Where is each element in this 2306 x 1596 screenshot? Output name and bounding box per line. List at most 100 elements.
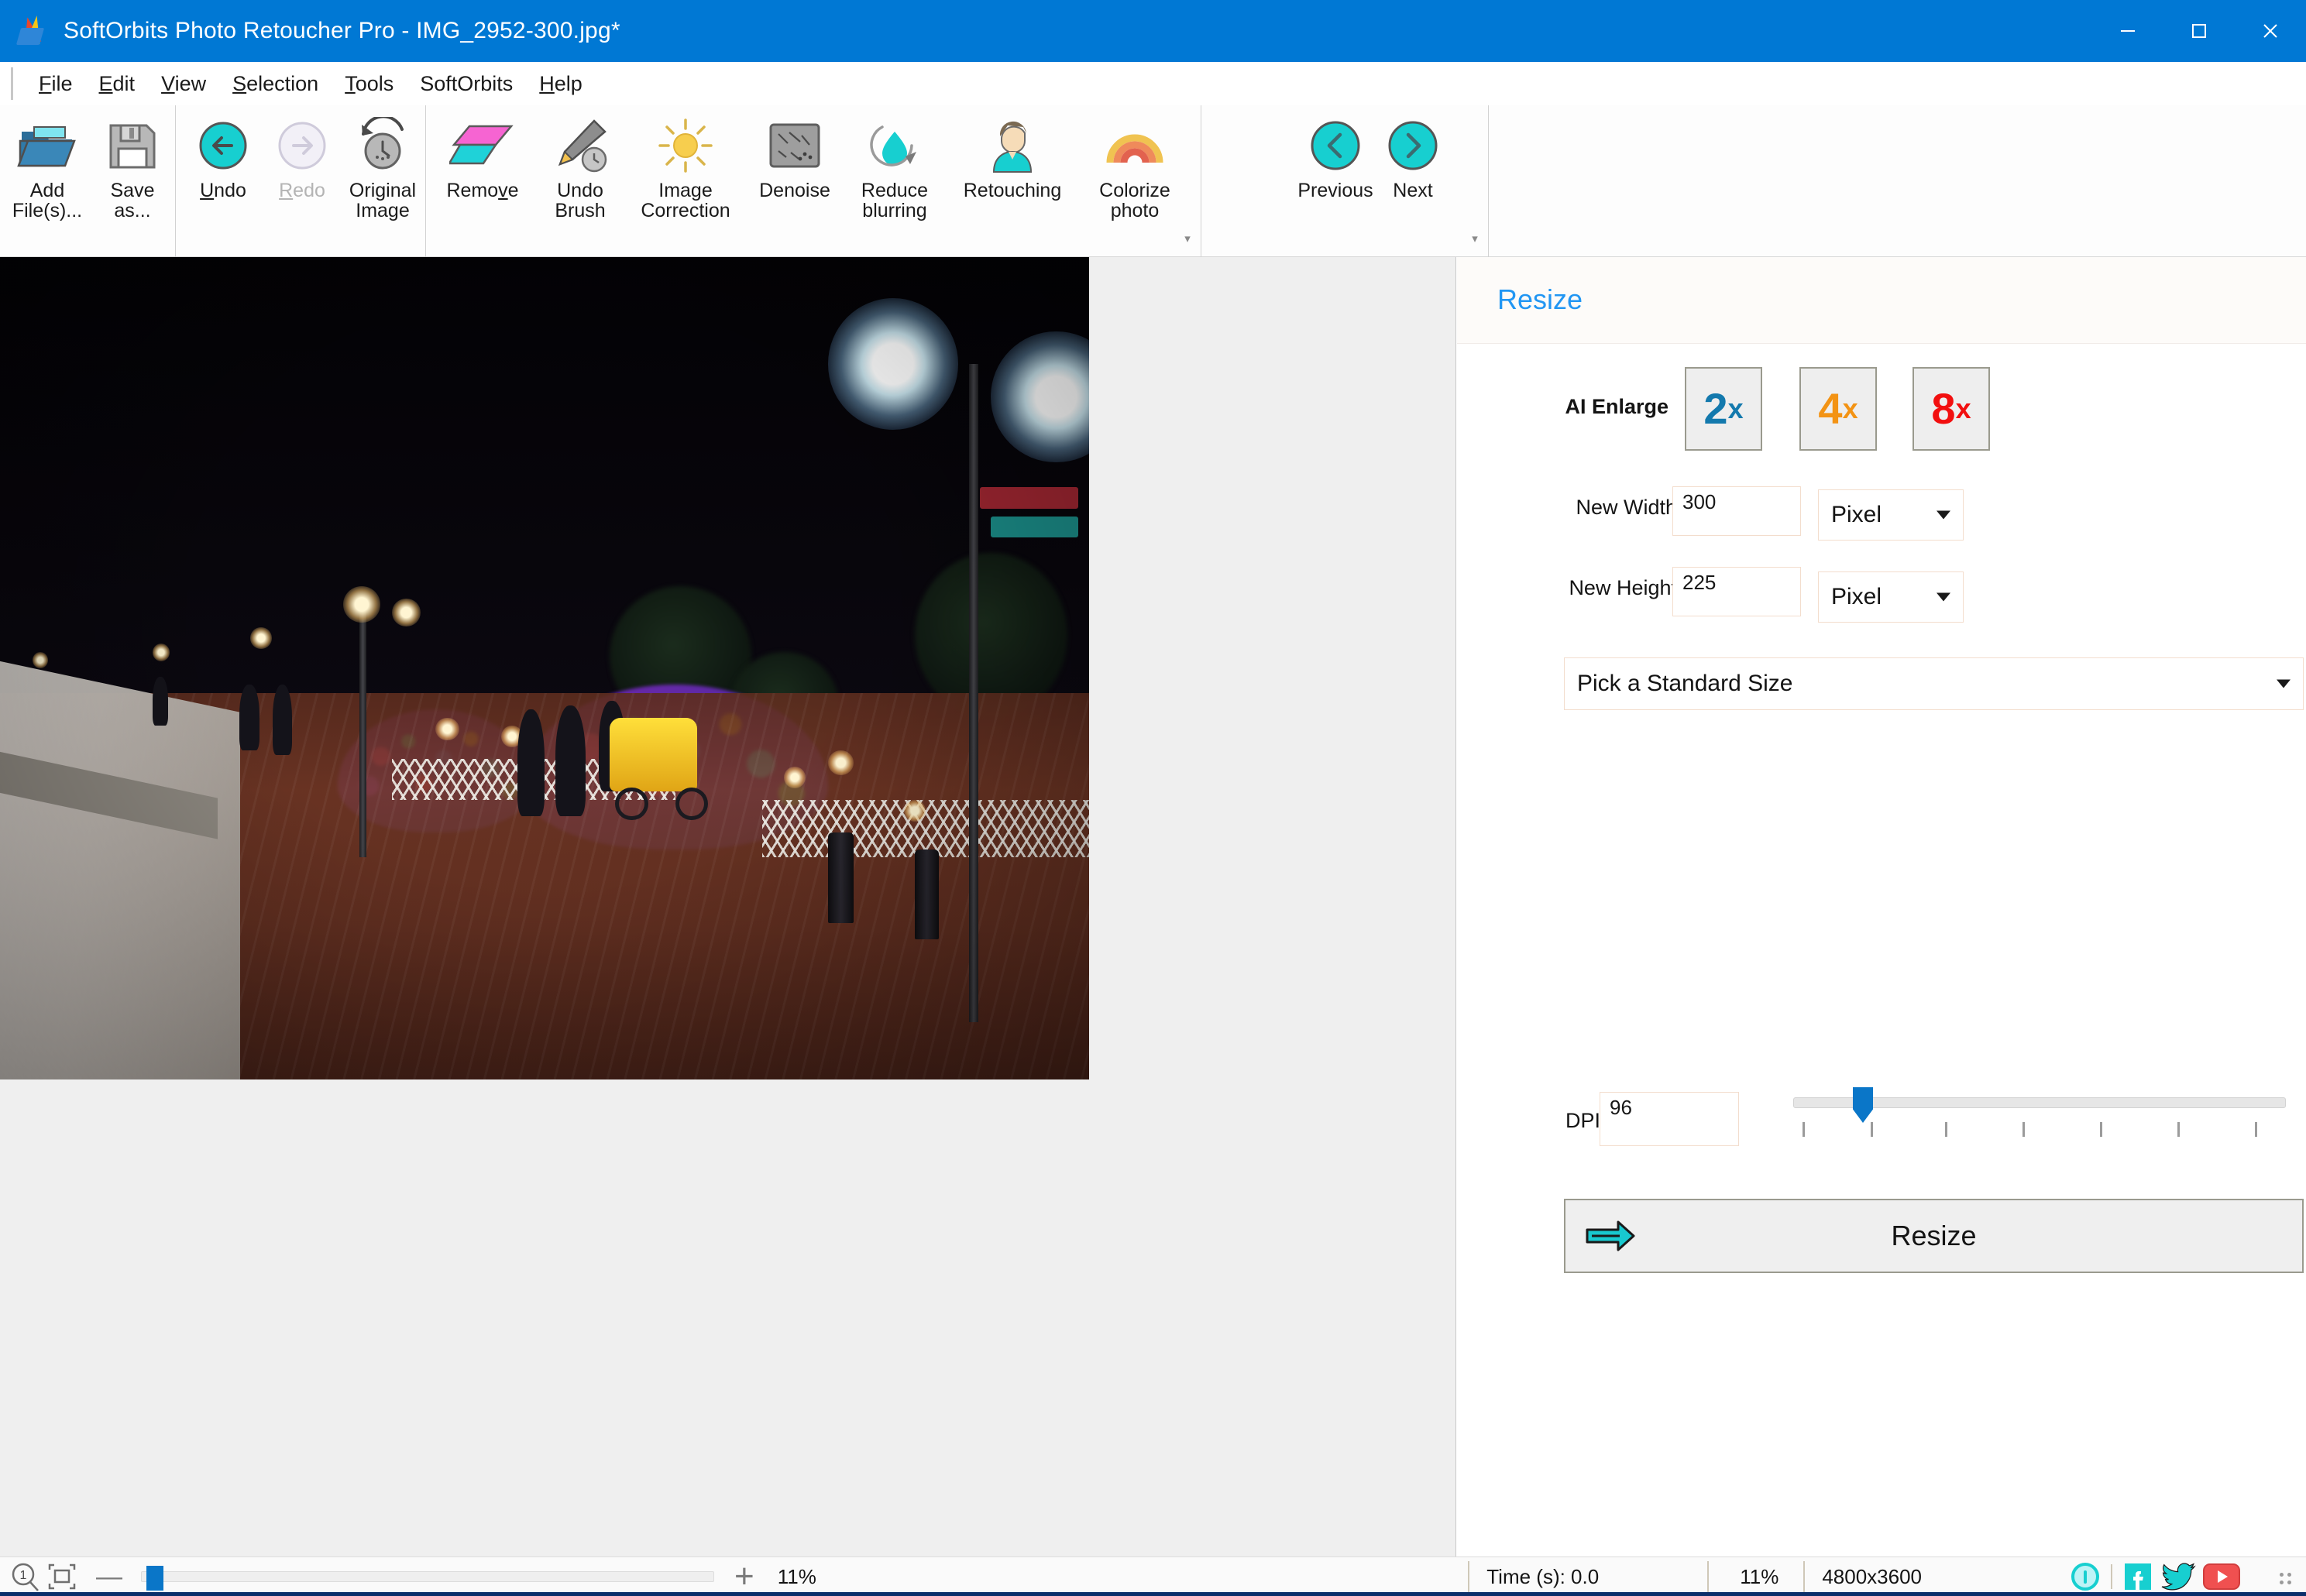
undo-brush-label: Undo Brush <box>555 180 606 221</box>
retouching-button[interactable]: Retouching <box>947 112 1077 201</box>
menu-item-edit[interactable]: Edit <box>86 67 149 101</box>
person-portrait-icon <box>985 112 1040 180</box>
ai-4x-suffix: x <box>1842 393 1858 424</box>
new-height-input[interactable]: 225 <box>1672 567 1801 616</box>
close-button[interactable] <box>2235 0 2306 62</box>
previous-button[interactable]: Previous <box>1286 112 1385 201</box>
dpi-slider-track[interactable] <box>1793 1087 2286 1123</box>
redo-arrow-right-icon <box>275 112 329 180</box>
status-separator <box>1707 1561 1710 1592</box>
new-width-row: New Width 300 Pixel <box>1457 486 2306 541</box>
image-dimensions-label: 4800x3600 <box>1822 1564 1922 1588</box>
photo-vignette <box>0 257 1089 1079</box>
denoise-button[interactable]: Denoise <box>747 112 842 201</box>
next-label: Next <box>1393 180 1433 201</box>
new-height-unit-select[interactable]: Pixel <box>1818 571 1964 623</box>
reduce-blurring-label: Reduce blurring <box>861 180 929 221</box>
redo-button[interactable]: Redo <box>263 112 341 201</box>
ai-enlarge-8x-button[interactable]: 8x <box>1913 367 1990 451</box>
time-label: Time (s): 0.0 <box>1486 1564 1600 1588</box>
retouching-label: Retouching <box>963 180 1062 201</box>
new-width-unit-value: Pixel <box>1831 502 1882 527</box>
dpi-label: DPI <box>1565 1109 1601 1132</box>
maximize-icon <box>2192 24 2206 38</box>
denoise-label: Denoise <box>759 180 830 201</box>
chevron-down-icon <box>1937 510 1950 520</box>
undo-label: Undo <box>200 180 246 201</box>
menu-item-softorbits[interactable]: SoftOrbits <box>407 67 526 101</box>
twitter-icon[interactable] <box>2160 1560 2196 1593</box>
original-image-button[interactable]: Original Image <box>342 112 423 221</box>
standard-size-select[interactable]: Pick a Standard Size <box>1564 657 2304 710</box>
ai-enlarge-2x-button[interactable]: 2x <box>1685 367 1762 451</box>
previous-label: Previous <box>1297 180 1373 201</box>
ai-2x-suffix: x <box>1727 393 1744 424</box>
undo-brush-button[interactable]: Undo Brush <box>537 112 624 221</box>
dpi-slider-thumb[interactable] <box>1853 1087 1873 1123</box>
undo-arrow-left-icon <box>196 112 250 180</box>
menu-grip-handle[interactable] <box>11 67 13 100</box>
scale-percent-label: 11% <box>1740 1564 1779 1588</box>
new-width-value: 300 <box>1682 490 1717 513</box>
resize-grip-icon[interactable] <box>2272 1565 2295 1588</box>
maximize-button[interactable] <box>2163 0 2235 62</box>
menu-item-file[interactable]: File <box>26 67 86 101</box>
zoom-slider-thumb[interactable] <box>146 1566 163 1591</box>
new-width-input[interactable]: 300 <box>1672 486 1801 536</box>
panel-title: Resize <box>1497 283 1583 315</box>
zoom-one-to-one-icon[interactable]: 1 <box>8 1560 42 1594</box>
new-width-label: New Width <box>1576 496 1677 519</box>
reduce-blurring-button[interactable]: Reduce blurring <box>845 112 944 221</box>
menu-item-view[interactable]: View <box>148 67 219 101</box>
undo-button[interactable]: Undo <box>184 112 262 201</box>
toolbar-group-navigation: Previous Next ▾ <box>1202 105 1489 257</box>
window-bottom-edge <box>0 1592 2306 1596</box>
water-drop-sharpen-icon <box>865 112 924 180</box>
image-canvas-area[interactable] <box>0 257 1456 1557</box>
zoom-slider-track[interactable] <box>141 1566 714 1591</box>
add-files-button[interactable]: Add File(s)... <box>5 112 90 221</box>
window-controls <box>2092 0 2306 62</box>
minimize-button[interactable] <box>2092 0 2163 62</box>
new-height-unit-value: Pixel <box>1831 584 1882 609</box>
menu-item-selection[interactable]: Selection <box>219 67 332 101</box>
toolbar-ribbon: Add File(s)... Save as... Undo Redo Orig… <box>0 105 2306 257</box>
save-as-label: Save as... <box>110 180 155 221</box>
tools-group-expander[interactable]: ▾ <box>1180 233 1194 252</box>
undo-brush-icon <box>549 112 611 180</box>
new-height-label: New Height <box>1569 576 1677 599</box>
softorbits-logo-icon <box>15 14 51 48</box>
toolbar-group-tools: Remove Undo Brush Image Correction Denoi… <box>427 105 1201 257</box>
fit-to-window-icon[interactable] <box>45 1560 79 1594</box>
rainbow-colorize-icon <box>1104 112 1166 180</box>
facebook-icon[interactable] <box>2122 1560 2154 1593</box>
remove-button[interactable]: Remove <box>433 112 532 201</box>
zoom-out-button[interactable]: — <box>96 1562 122 1592</box>
title-bar: SoftOrbits Photo Retoucher Pro - IMG_295… <box>0 0 2306 62</box>
dpi-input[interactable]: 96 <box>1600 1092 1739 1146</box>
save-as-button[interactable]: Save as... <box>95 112 170 221</box>
info-icon[interactable] <box>2069 1560 2102 1593</box>
new-width-unit-select[interactable]: Pixel <box>1818 489 1964 541</box>
colorize-photo-button[interactable]: Colorize photo <box>1081 112 1189 221</box>
original-image-label: Original Image <box>349 180 417 221</box>
youtube-icon[interactable] <box>2202 1562 2241 1591</box>
navigation-group-expander[interactable]: ▾ <box>1468 233 1482 252</box>
next-button[interactable]: Next <box>1374 112 1452 201</box>
status-separator <box>2111 1564 2112 1589</box>
ai-2x-number: 2 <box>1703 384 1728 433</box>
ai-enlarge-row: AI Enlarge 2x 4x 8x <box>1457 367 2306 452</box>
ai-enlarge-label: AI Enlarge <box>1565 395 1668 418</box>
photo-preview[interactable] <box>0 257 1089 1079</box>
eraser-remove-icon <box>449 112 516 180</box>
zoom-in-button[interactable]: + <box>734 1560 754 1594</box>
close-icon <box>2263 24 2277 38</box>
resize-action-button[interactable]: Resize <box>1564 1199 2304 1273</box>
menu-item-tools[interactable]: Tools <box>332 67 407 101</box>
ai-8x-suffix: x <box>1955 393 1971 424</box>
menu-bar: File Edit View Selection Tools SoftOrbit… <box>0 62 2306 105</box>
ai-enlarge-4x-button[interactable]: 4x <box>1799 367 1877 451</box>
redo-label: Redo <box>279 180 325 201</box>
image-correction-button[interactable]: Image Correction <box>627 112 744 221</box>
menu-item-help[interactable]: Help <box>526 67 596 101</box>
